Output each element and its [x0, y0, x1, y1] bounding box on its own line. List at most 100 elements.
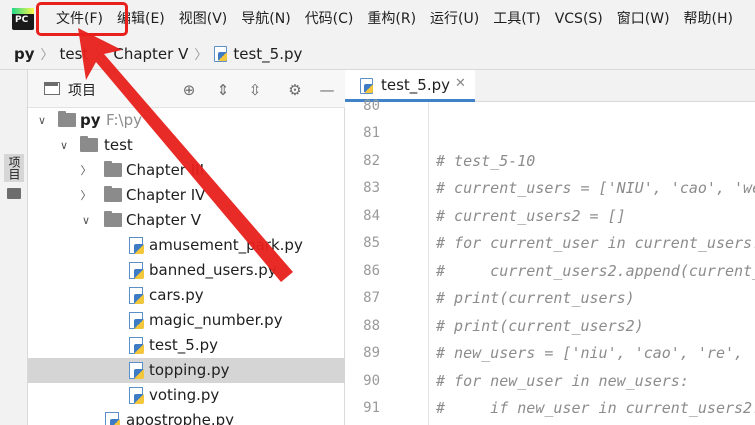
tree-file-row[interactable]: voting.py [28, 383, 345, 408]
breadcrumb-chapter-v[interactable]: Chapter V [113, 45, 188, 63]
tree-chapter-iii-label: Chapter III [126, 161, 205, 179]
tree-file-label: topping.py [149, 361, 230, 379]
python-file-icon [359, 78, 373, 94]
chevron-right-icon[interactable]: 〉 [80, 183, 92, 208]
tree-test-label: test [104, 136, 133, 154]
code-line: # new_users = ['niu', 'cao', 're', 'ni',… [436, 344, 755, 362]
line-number: 88 [363, 318, 380, 334]
menu-tools[interactable]: 工具(T) [486, 0, 547, 38]
tree-file-row[interactable]: banned_users.py [28, 258, 345, 283]
tree-root-label: py [80, 111, 101, 129]
project-panel-header: 项目 ⊕ ⇕ ⇳ ⚙ — [28, 70, 345, 108]
editor-tab-label: test_5.py [381, 76, 451, 94]
breadcrumb-root[interactable]: py [14, 45, 35, 63]
locate-icon[interactable]: ⊕ [180, 81, 198, 99]
line-number: 81 [363, 125, 380, 141]
tree-row-test[interactable]: ∨ test [28, 133, 345, 158]
project-panel-title[interactable]: 项目 [68, 80, 96, 100]
editor-tab-bar: test_5.py ✕ [345, 70, 755, 102]
chevron-down-icon[interactable]: ∨ [36, 108, 48, 133]
tree-file-label: magic_number.py [149, 311, 283, 329]
line-number-gutter: 80 81 82 83 84 85 86 87 88 89 90 91 [345, 98, 429, 425]
code-line: # for current_user in current_users: [436, 234, 755, 252]
expand-all-icon[interactable]: ⇕ [214, 81, 232, 99]
close-icon[interactable]: ✕ [455, 76, 466, 91]
tree-file-row[interactable]: amusement_park.py [28, 233, 345, 258]
tree-chapter-iv-label: Chapter IV [126, 186, 206, 204]
minimize-icon[interactable]: — [318, 81, 336, 99]
folder-icon [58, 111, 76, 127]
python-file-icon [213, 45, 228, 62]
python-file-icon [128, 262, 144, 280]
line-number: 84 [363, 208, 380, 224]
left-tool-strip: 项目 [0, 70, 28, 425]
menu-navigate[interactable]: 导航(N) [234, 0, 297, 38]
menu-vcs[interactable]: VCS(S) [548, 0, 610, 38]
tree-file-label: test_5.py [149, 336, 219, 354]
tree-file-label: apostrophe.py [126, 411, 235, 425]
tree-file-row[interactable]: cars.py [28, 283, 345, 308]
chevron-right-icon: 〉 [40, 48, 54, 63]
folder-icon[interactable] [7, 188, 21, 199]
python-file-icon [104, 412, 120, 425]
folder-icon [104, 161, 122, 177]
menu-items: 文件(F) 编辑(E) 视图(V) 导航(N) 代码(C) 重构(R) 运行(U… [56, 0, 740, 38]
line-number: 82 [363, 153, 380, 169]
python-file-icon [128, 362, 144, 380]
code-line: # test_5-10 [436, 152, 536, 170]
folder-icon [104, 186, 122, 202]
menu-window[interactable]: 窗口(W) [610, 0, 677, 38]
chevron-down-icon[interactable]: ∨ [80, 208, 92, 233]
tree-row-chapter-iii[interactable]: 〉 Chapter III [28, 158, 345, 183]
code-line: # print(current_users) [436, 289, 635, 307]
line-number: 80 [363, 98, 380, 114]
breadcrumb-file[interactable]: test_5.py [233, 45, 302, 63]
code-line: # current_users = ['NIU', 'cao', 'wei', … [436, 179, 755, 197]
line-number: 90 [363, 373, 380, 389]
python-file-icon [128, 337, 144, 355]
python-file-icon [128, 387, 144, 405]
menu-view[interactable]: 视图(V) [172, 0, 235, 38]
python-file-icon [128, 287, 144, 305]
tree-row-apostrophe[interactable]: apostrophe.py [28, 408, 345, 425]
menu-edit[interactable]: 编辑(E) [110, 0, 172, 38]
gear-icon[interactable]: ⚙ [286, 81, 304, 99]
tree-chapter-v-label: Chapter V [126, 211, 201, 229]
project-window-icon [44, 82, 60, 95]
line-number: 89 [363, 345, 380, 361]
menu-run[interactable]: 运行(U) [423, 0, 486, 38]
tree-file-row[interactable]: magic_number.py [28, 308, 345, 333]
breadcrumb-test[interactable]: test [60, 45, 89, 63]
collapse-all-icon[interactable]: ⇳ [246, 81, 264, 99]
code-editor[interactable]: # test_5-10 # current_users = ['NIU', 'c… [430, 102, 755, 425]
tree-row-root[interactable]: ∨ py F:\py [28, 108, 345, 133]
pycharm-logo-icon: PC [12, 8, 34, 30]
folder-icon [104, 211, 122, 227]
tree-row-chapter-iv[interactable]: 〉 Chapter IV [28, 183, 345, 208]
chevron-right-icon[interactable]: 〉 [80, 158, 92, 183]
tree-root-path: F:\py [106, 111, 142, 129]
tree-row-chapter-v[interactable]: ∨ Chapter V [28, 208, 345, 233]
chevron-down-icon[interactable]: ∨ [58, 133, 70, 158]
menu-refactor[interactable]: 重构(R) [360, 0, 423, 38]
breadcrumb: py 〉 test 〉 Chapter V 〉 test_5.py [0, 38, 755, 70]
project-tool-tab[interactable]: 项目 [4, 154, 24, 182]
menu-code[interactable]: 代码(C) [298, 0, 361, 38]
line-number: 83 [363, 180, 380, 196]
line-number: 86 [363, 263, 380, 279]
menu-help[interactable]: 帮助(H) [677, 0, 740, 38]
tree-file-label: voting.py [149, 386, 220, 404]
code-line: # for new_user in new_users: [436, 372, 689, 390]
tree-file-row-selected[interactable]: topping.py [28, 358, 345, 383]
tree-file-label: amusement_park.py [149, 236, 303, 254]
code-line: # current_users2.append(current_user.low… [436, 262, 755, 280]
tree-file-label: banned_users.py [149, 261, 277, 279]
chevron-right-icon: 〉 [94, 48, 108, 63]
line-number: 87 [363, 290, 380, 306]
code-line: # current_users2 = [] [436, 207, 626, 225]
tree-file-row[interactable]: test_5.py [28, 333, 345, 358]
python-file-icon [128, 312, 144, 330]
chevron-right-icon: 〉 [194, 48, 208, 63]
line-number: 91 [363, 400, 380, 416]
menu-file[interactable]: 文件(F) [56, 0, 110, 38]
